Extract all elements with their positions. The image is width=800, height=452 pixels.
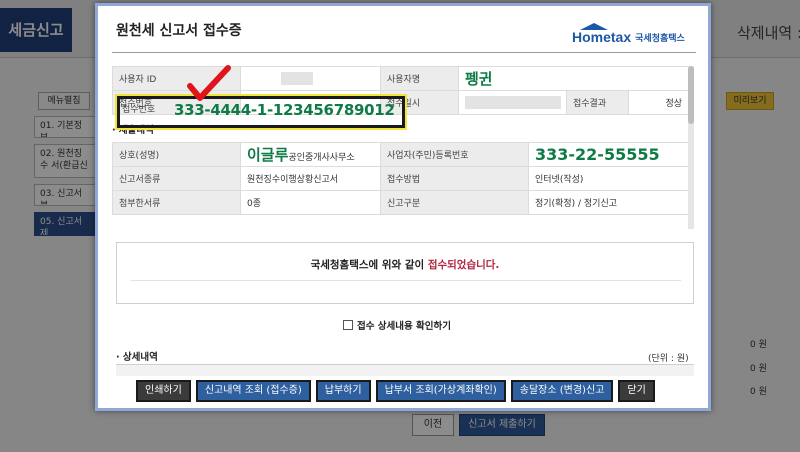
print-button[interactable]: 인쇄하기 xyxy=(136,380,191,402)
form-type-label: 신고서종류 xyxy=(112,166,241,191)
pay-button[interactable]: 납부하기 xyxy=(315,380,371,402)
modal-title: 원천세 신고서 접수증 xyxy=(116,23,242,39)
category-value: 정기(확정) / 정기신고 xyxy=(528,190,689,215)
form-type-value: 원천징수이행상황신고서 xyxy=(240,166,381,191)
house-roof-icon xyxy=(580,23,608,30)
notice-box: 국세청홈택스에 위와 같이 접수되었습니다. xyxy=(116,242,694,304)
receipt-content[interactable]: 사용자 ID 사용자명 펭귄 접수번호 접수일시 접수결과 정상 · 제출내역 … xyxy=(112,65,694,229)
receipt-result-value: 정상 xyxy=(627,90,690,115)
receipt-no-label-annot: 접수번호 xyxy=(122,105,156,115)
receipt-date-value xyxy=(458,90,567,115)
user-id-value xyxy=(240,66,381,91)
user-name-label: 사용자명 xyxy=(380,66,459,91)
change-delivery-place-button[interactable]: 송달장소 (변경)신고 xyxy=(510,380,614,402)
notice-divider xyxy=(131,280,681,281)
category-label: 신고구분 xyxy=(380,190,529,215)
detail-table-header xyxy=(116,364,694,376)
company-label: 상호(성명) xyxy=(112,142,241,167)
receipt-modal: 원천세 신고서 접수증 Hometax 국세청홈택스 사용자 ID 사용자명 펭… xyxy=(95,3,711,411)
confirm-detail-checkbox[interactable] xyxy=(343,320,353,330)
method-value: 인터넷(작성) xyxy=(528,166,689,191)
detail-section-label: · 상세내역 xyxy=(116,352,158,363)
scrollbar-thumb[interactable] xyxy=(688,66,694,124)
logo-korean: 국세청홈택스 xyxy=(635,33,685,44)
method-label: 접수방법 xyxy=(380,166,529,191)
receipt-complete-message: 국세청홈택스에 위와 같이 접수되었습니다. xyxy=(310,259,500,271)
submission-table: 상호(성명) 이글루공인중개사사무소 사업자(주민)등록번호 333-22-55… xyxy=(112,142,689,215)
attach-label: 첨부한서류 xyxy=(112,190,241,215)
view-receipt-button[interactable]: 신고내역 조회 (접수증) xyxy=(195,380,311,402)
unit-label: (단위 : 원) xyxy=(648,354,689,364)
content-scrollbar[interactable] xyxy=(688,66,694,229)
bill-view-button[interactable]: 납부서 조회(가상계좌확인) xyxy=(375,380,506,402)
company-value: 이글루공인중개사사무소 xyxy=(240,142,381,167)
receipt-result-label: 접수결과 xyxy=(566,90,629,115)
hometax-logo: Hometax 국세청홈택스 xyxy=(572,23,685,48)
bizno-value: 333-22-55555 xyxy=(528,142,689,167)
user-name-value: 펭귄 xyxy=(457,66,690,91)
action-button-bar: 인쇄하기 신고내역 조회 (접수증) 납부하기 납부서 조회(가상계좌확인) 송… xyxy=(136,380,655,402)
confirm-detail-checkbox-row[interactable]: 접수 상세내용 확인하기 xyxy=(343,318,451,332)
receipt-number-annotation: 접수번호 333-4444-1-123456789012 xyxy=(115,94,407,130)
close-button[interactable]: 닫기 xyxy=(618,380,655,402)
attach-value: 0종 xyxy=(240,190,381,215)
confirm-detail-label: 접수 상세내용 확인하기 xyxy=(357,321,452,332)
bizno-label: 사업자(주민)등록번호 xyxy=(380,142,529,167)
red-check-icon xyxy=(187,65,231,101)
logo-brand: Hometax xyxy=(572,23,631,45)
title-divider xyxy=(112,52,696,53)
